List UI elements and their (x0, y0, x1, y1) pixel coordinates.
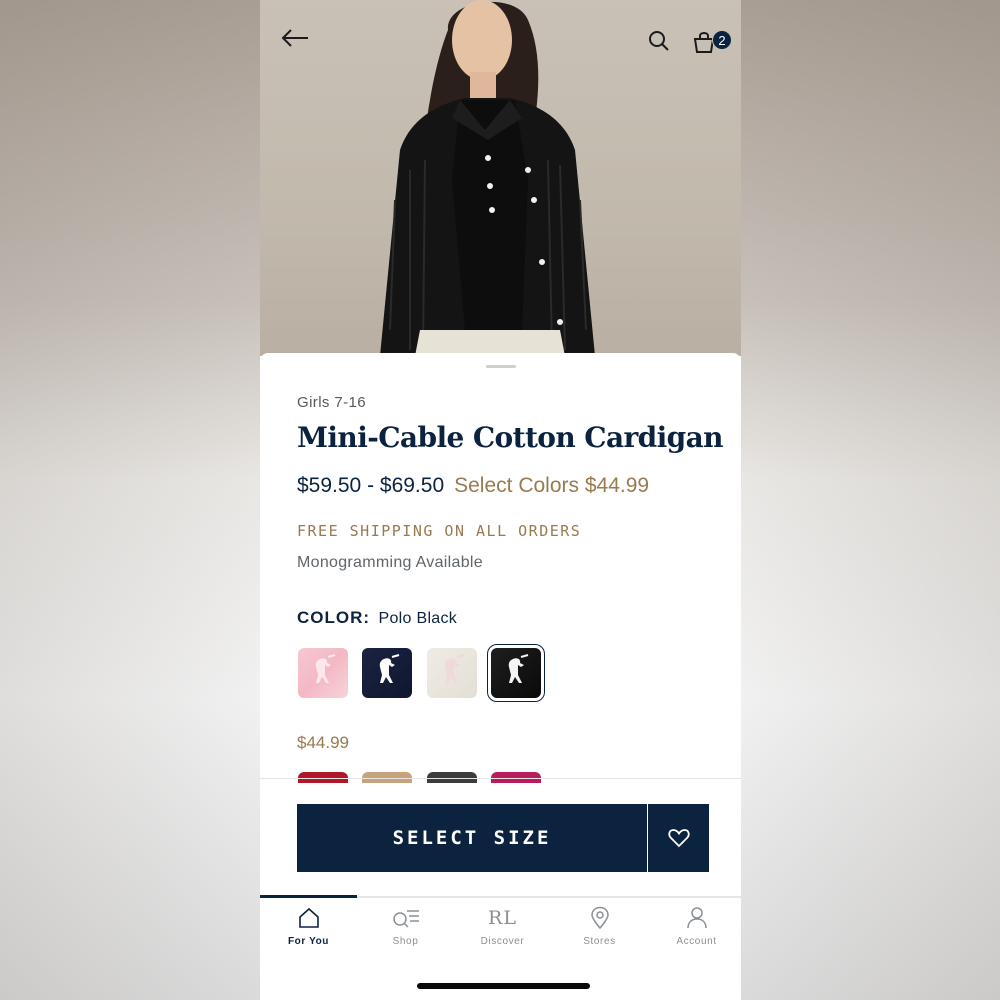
background-blur-right (740, 0, 1000, 1000)
tab-label: Stores (583, 936, 616, 947)
tab-label: Discover (480, 936, 525, 947)
arrow-left-icon (281, 29, 308, 47)
color-swatch-polo-black[interactable] (487, 644, 545, 702)
color-swatch-pink[interactable] (298, 648, 348, 698)
free-shipping-banner: FREE SHIPPING ON ALL ORDERS (297, 522, 582, 540)
home-icon (298, 907, 319, 928)
sheet-grabber[interactable] (486, 365, 516, 368)
tab-account[interactable]: Account (648, 904, 741, 952)
background-blur-left (0, 0, 260, 1000)
selected-color-name: Polo Black (378, 610, 458, 627)
pony-logo-icon (444, 654, 465, 683)
rl-logo-icon: RL (488, 907, 517, 929)
person-icon (686, 907, 707, 929)
tab-label: Account (676, 936, 717, 947)
tab-label: Shop (392, 936, 419, 947)
tab-stores[interactable]: Stores (551, 904, 648, 952)
bag-count-badge: 2 (712, 30, 732, 50)
product-hero-image[interactable]: 2 (260, 0, 741, 356)
location-pin-icon (590, 906, 609, 930)
sale-colors-price: $44.99 (297, 733, 349, 752)
price-range: $59.50 - $69.50 (297, 474, 445, 497)
tab-label: For You (287, 936, 330, 947)
tab-for-you[interactable]: For You (260, 904, 357, 952)
product-category: Girls 7-16 (297, 394, 367, 411)
search-button[interactable] (648, 30, 688, 70)
add-to-wishlist-button[interactable] (648, 804, 709, 872)
color-swatch-navy[interactable] (362, 648, 412, 698)
shopping-bag-button[interactable]: 2 (692, 30, 732, 70)
monogramming-note: Monogramming Available (297, 554, 483, 571)
price-row: $59.50 - $69.50 Select Colors $44.99 (297, 474, 649, 498)
action-bar-divider (260, 778, 741, 779)
heart-icon (667, 829, 690, 848)
search-icon (649, 31, 669, 51)
back-button[interactable] (280, 28, 320, 68)
color-selection-label: COLOR: Polo Black (297, 608, 457, 628)
sale-price-text: Select Colors $44.99 (454, 474, 650, 497)
pony-logo-icon (508, 654, 529, 683)
active-tab-indicator (260, 895, 357, 898)
shop-search-icon (392, 910, 419, 928)
home-indicator[interactable] (417, 983, 590, 989)
color-label: COLOR: (297, 608, 371, 627)
color-swatch-cream[interactable] (427, 648, 477, 698)
tab-discover[interactable]: RL Discover (454, 904, 551, 952)
select-size-button[interactable]: SELECT SIZE (297, 804, 647, 872)
pony-logo-icon (379, 654, 400, 683)
pony-logo-icon (315, 654, 336, 683)
product-title: Mini-Cable Cotton Cardigan (297, 421, 724, 454)
app-screen: 2 Girls 7-16 Mini-Cable Cotton Cardigan … (260, 0, 741, 1000)
tab-shop[interactable]: Shop (357, 904, 454, 952)
product-details-sheet: Girls 7-16 Mini-Cable Cotton Cardigan $5… (260, 353, 741, 783)
